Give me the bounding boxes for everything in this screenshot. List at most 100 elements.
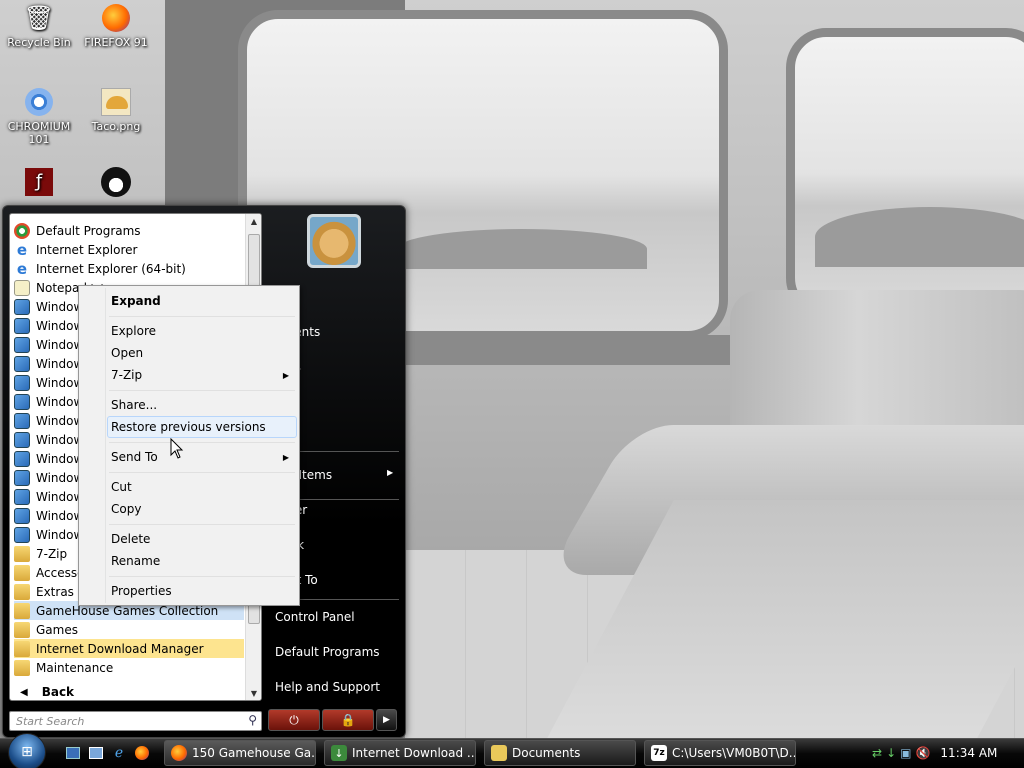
scroll-up-arrow-icon[interactable]: ▲ [246,214,261,230]
desktop-icon-flash[interactable]: ƒ [0,166,82,200]
program-list-item[interactable]: e Internet Explorer [14,240,244,259]
volume-muted-icon[interactable]: 🔇 [915,746,930,760]
power-options-arrow-button[interactable]: ▶ [376,709,397,731]
program-list-item-label: Window [36,299,84,314]
program-list-item[interactable]: Maintenance [14,658,244,677]
windows-app-icon [14,393,30,410]
power-button[interactable]: ⏻ [268,709,320,731]
ie-icon: e [16,259,28,278]
context-menu-separator [109,524,295,525]
context-menu-item[interactable]: 7-Zip [111,368,142,382]
desktop-icon-label: Taco.png [91,120,141,133]
scroll-down-arrow-icon[interactable]: ▼ [246,686,261,700]
desktop-icon-recycle-bin[interactable]: 🗑 Recycle Bin [0,2,82,50]
context-menu-item[interactable]: Restore previous versions [111,420,266,434]
context-menu-separator [109,576,295,577]
program-list-item[interactable]: Default Programs [14,221,244,240]
program-list-item-label: Internet Explorer (64-bit) [36,261,186,276]
context-menu-item[interactable]: Rename [111,554,160,568]
default-programs-icon [14,222,30,239]
back-button[interactable]: ◀ Back [16,682,246,700]
program-list-item-label: Window [36,413,84,428]
ie-icon[interactable]: ℯ [110,744,128,762]
folder-icon [14,640,30,657]
taskbar-button-7zip[interactable]: 7z C:\Users\VM0B0T\D... [644,740,796,766]
program-list-item-label: 7-Zip [36,546,68,561]
firefox-icon [99,2,133,34]
windows-app-icon [14,412,30,429]
program-list-item[interactable]: Internet Download Manager [14,639,244,658]
submenu-arrow-icon: ▶ [282,371,289,380]
power-icon: ⏻ [289,712,299,727]
system-tray: ⇄ ↓ ▣ 🔇 11:34 AM [868,740,1024,766]
idm-tray-icon[interactable]: ↓ [886,746,896,760]
taskbar-button-label: C:\Users\VM0B0T\D... [672,746,796,760]
program-list-item-label: Window [36,394,84,409]
back-label: Back [41,685,75,699]
windows-app-icon [14,355,30,372]
program-list-item-label: Window [36,375,84,390]
firefox-icon [171,745,187,761]
program-list-item-label: Window [36,527,84,542]
switch-windows-icon[interactable] [87,744,105,762]
start-menu-link[interactable]: Help and Support [275,680,380,694]
windows-app-icon [14,317,30,334]
start-button[interactable]: ⊞ [2,733,52,768]
context-menu-item[interactable]: Explore [111,324,156,338]
start-search-input[interactable]: Start Search ⚲ [9,711,262,731]
idm-icon: ↓ [331,745,347,761]
wallpaper-window-right [786,28,1024,318]
windows-app-icon [14,526,30,543]
context-menu-item[interactable]: Properties [111,584,172,598]
context-menu-item[interactable]: Send To [111,450,158,464]
folder-icon [14,621,30,638]
context-menu-item[interactable]: Open [111,346,143,360]
clock[interactable]: 11:34 AM [940,746,997,760]
network-tray-icon[interactable]: ⇄ [872,746,882,760]
program-list-item-label: Internet Download Manager [36,641,204,656]
mouse-cursor-icon [170,438,184,459]
taskbar-button-label: 150 Gamehouse Ga... [192,746,316,760]
7zip-icon: 7z [651,745,667,761]
windows-app-icon [14,336,30,353]
search-icon[interactable]: ⚲ [248,713,257,727]
arrow-right-icon: ▶ [383,715,390,725]
power-controls: ⏻ 🔒 ▶ [268,709,397,731]
program-list-item-label: Window [36,451,84,466]
context-menu-item[interactable]: Expand [111,294,161,308]
desktop-icon-firefox[interactable]: FIREFOX 91 [73,2,159,49]
firefox-quicklaunch-icon[interactable] [133,744,151,762]
desktop-icon-taco[interactable]: Taco.png [73,86,159,133]
windows-app-icon [14,488,30,505]
desktop-icon-label: CHROMIUM 101 [7,120,71,146]
context-menu-item[interactable]: Copy [111,502,141,516]
program-list-item-label: Games [36,622,78,637]
monitor-tray-icon[interactable]: ▣ [900,746,911,760]
desktop-icon-chromium[interactable]: CHROMIUM 101 [0,86,82,146]
context-menu-item[interactable]: Cut [111,480,132,494]
folder-icon [14,545,30,562]
context-menu-item[interactable]: Delete [111,532,150,546]
show-desktop-icon[interactable] [64,744,82,762]
user-picture-avatar[interactable] [307,214,361,268]
taskbar-button-documents[interactable]: Documents [484,740,636,766]
program-list-item[interactable]: Games [14,620,244,639]
folder-icon [14,659,30,676]
context-menu-separator [109,472,295,473]
windows-app-icon [14,374,30,391]
context-menu-item[interactable]: Share... [111,398,157,412]
program-list-item-label: Internet Explorer [36,242,138,257]
desktop-icon-penguin[interactable] [73,166,159,200]
lock-button[interactable]: 🔒 [322,709,374,731]
start-menu-link[interactable]: Default Programs [275,645,380,659]
taskbar-button-firefox[interactable]: 150 Gamehouse Ga... [164,740,316,766]
program-list-item[interactable]: e Internet Explorer (64-bit) [14,259,244,278]
ie-icon: e [16,240,28,259]
submenu-arrow-icon: ▶ [387,468,394,477]
windows-logo-icon: ⊞ [8,733,46,768]
submenu-arrow-icon: ▶ [282,453,289,462]
start-menu-link[interactable]: Control Panel [275,610,355,624]
recycle-bin-icon: 🗑 [23,3,55,32]
taskbar-button-idm[interactable]: ↓ Internet Download ... [324,740,476,766]
program-list-item-label: Default Programs [36,223,141,238]
